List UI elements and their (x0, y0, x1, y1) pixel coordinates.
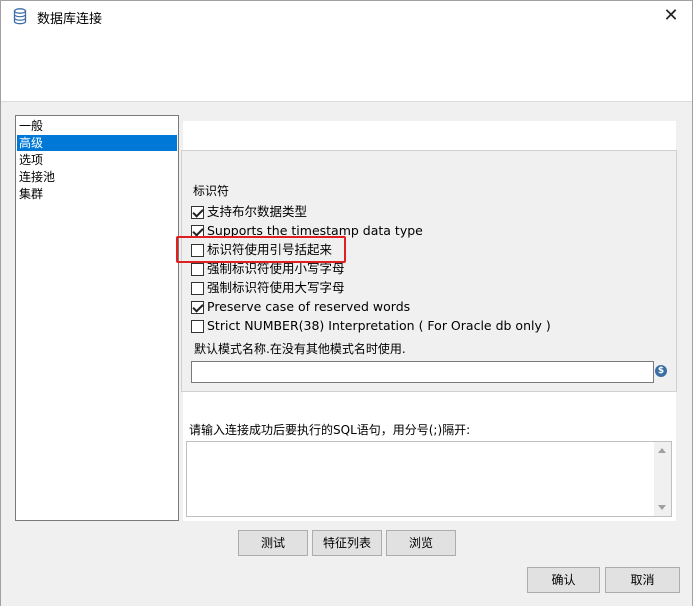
header-banner (1, 34, 692, 100)
nav-item-cluster[interactable]: 集群 (17, 186, 177, 202)
database-connection-dialog: 数据库连接 ✕ 一般 高级 选项 连接池 集群 标识符 支持布尔数据类型 Sup… (0, 0, 693, 606)
annotation-highlight-box (176, 236, 346, 263)
scroll-up-icon[interactable] (658, 448, 666, 453)
close-button[interactable]: ✕ (656, 3, 686, 31)
identifiers-group-label: 标识符 (193, 184, 230, 198)
option-label: 强制标识符使用大写字母 (207, 280, 345, 295)
default-schema-label: 默认模式名称.在没有其他模式名时使用. (194, 342, 406, 356)
feature-list-button[interactable]: 特征列表 (312, 530, 382, 556)
explore-button[interactable]: 浏览 (386, 530, 456, 556)
nav-item-advanced[interactable]: 高级 (17, 135, 177, 151)
cancel-button[interactable]: 取消 (605, 567, 680, 593)
checkbox[interactable] (191, 263, 204, 276)
nav-item-pooling[interactable]: 连接池 (17, 169, 177, 185)
option-label: Preserve case of reserved words (207, 299, 411, 314)
checkbox[interactable] (191, 301, 204, 314)
option-label: 强制标识符使用小写字母 (207, 261, 345, 276)
window-title: 数据库连接 (37, 12, 103, 27)
close-icon: ✕ (663, 5, 679, 26)
title-bar: 数据库连接 ✕ (1, 1, 692, 33)
settings-nav-list: 一般 高级 选项 连接池 集群 (15, 115, 179, 521)
checkbox[interactable] (191, 206, 204, 219)
checkbox[interactable] (191, 282, 204, 295)
sql-statements-textarea[interactable] (186, 441, 672, 517)
variable-icon[interactable]: $ (655, 365, 667, 377)
sql-statements-label: 请输入连接成功后要执行的SQL语句，用分号(;)隔开: (189, 423, 471, 437)
checkbox[interactable] (191, 320, 204, 333)
option-label: 支持布尔数据类型 (207, 204, 308, 219)
database-icon (13, 8, 27, 25)
test-button[interactable]: 测试 (238, 530, 308, 556)
scroll-down-icon[interactable] (658, 505, 666, 510)
option-label: Strict NUMBER(38) Interpretation ( For O… (207, 318, 551, 333)
nav-item-options[interactable]: 选项 (17, 152, 177, 168)
vertical-scrollbar[interactable] (654, 442, 671, 516)
ok-button[interactable]: 确认 (527, 567, 600, 593)
default-schema-input[interactable] (191, 361, 654, 383)
nav-item-general[interactable]: 一般 (17, 118, 177, 134)
